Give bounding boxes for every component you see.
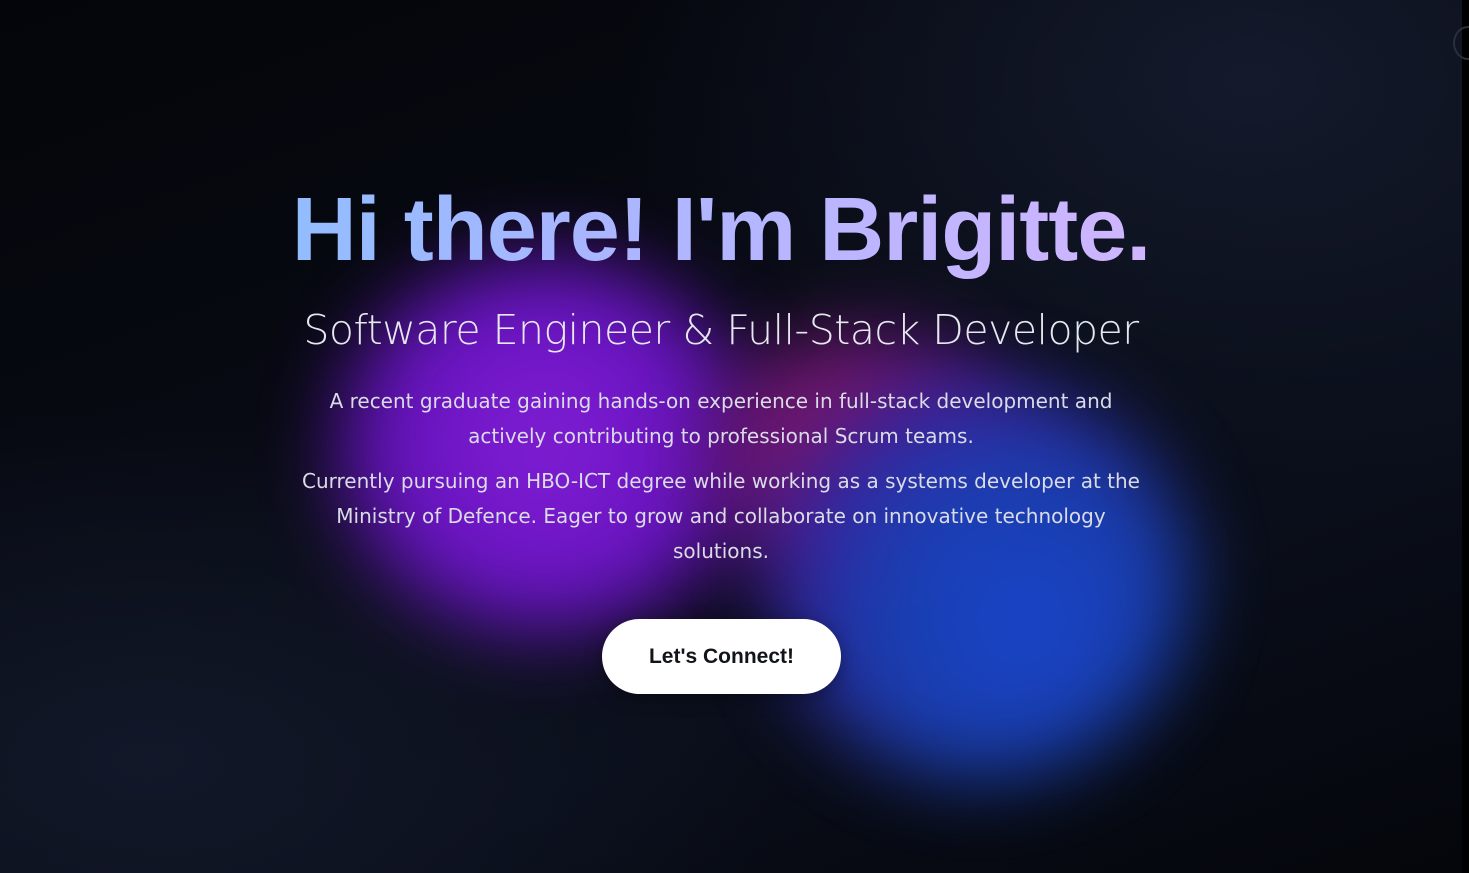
connect-button[interactable]: Let's Connect!	[602, 619, 841, 694]
bio-paragraph-1: A recent graduate gaining hands-on exper…	[329, 389, 1113, 448]
hero-title: Hi there! I'm Brigitte.	[0, 178, 1442, 282]
bio-paragraph-2: Currently pursuing an HBO-ICT degree whi…	[302, 469, 1140, 563]
circle-icon[interactable]	[1453, 26, 1469, 60]
page: Hi there! I'm Brigitte. Software Enginee…	[0, 0, 1469, 873]
hero-subtitle: Software Engineer & Full-Stack Developer	[303, 306, 1139, 354]
right-edge-bar	[1462, 0, 1469, 873]
